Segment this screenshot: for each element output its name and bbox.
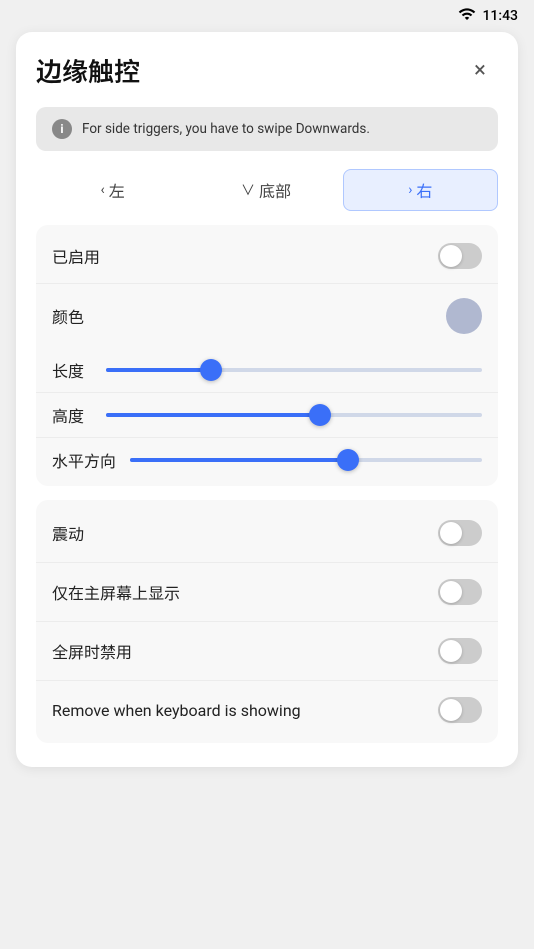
length-label: 长度 <box>52 358 92 382</box>
enabled-toggle[interactable] <box>438 243 482 269</box>
fullscreen-row: 全屏时禁用 <box>36 622 498 681</box>
height-slider-row: 高度 <box>36 392 498 437</box>
vibrate-toggle[interactable] <box>438 520 482 546</box>
tab-left-icon: ‹ <box>101 182 105 198</box>
info-banner: i For side triggers, you have to swipe D… <box>36 107 498 151</box>
dialog: 边缘触控 × i For side triggers, you have to … <box>16 32 518 767</box>
tab-bottom-icon: ∨ <box>241 180 255 200</box>
fullscreen-label: 全屏时禁用 <box>52 639 132 663</box>
keyboard-row: Remove when keyboard is showing <box>36 681 498 739</box>
tab-left[interactable]: ‹ 左 <box>36 170 189 210</box>
length-slider-fill <box>106 368 211 372</box>
homescreen-row: 仅在主屏幕上显示 <box>36 563 498 622</box>
horizontal-slider-thumb[interactable] <box>337 449 359 471</box>
tab-bottom[interactable]: ∨ 底部 <box>189 170 342 210</box>
tab-right[interactable]: › 右 <box>343 169 498 211</box>
fullscreen-toggle[interactable] <box>438 638 482 664</box>
color-label: 颜色 <box>52 304 84 328</box>
length-slider-row: 长度 <box>36 348 498 392</box>
enabled-row: 已启用 <box>36 229 498 283</box>
vibrate-label: 震动 <box>52 521 84 545</box>
homescreen-toggle[interactable] <box>438 579 482 605</box>
enabled-label: 已启用 <box>52 244 100 268</box>
height-slider-track[interactable] <box>106 413 482 417</box>
height-label: 高度 <box>52 403 92 427</box>
homescreen-label: 仅在主屏幕上显示 <box>52 580 180 604</box>
horizontal-slider-row: 水平方向 <box>36 437 498 482</box>
tab-right-icon: › <box>408 182 412 198</box>
close-button[interactable]: × <box>462 53 498 89</box>
horizontal-slider-track[interactable] <box>130 458 482 462</box>
tab-bottom-label: 底部 <box>259 178 291 202</box>
height-slider-thumb[interactable] <box>309 404 331 426</box>
horizontal-slider-fill <box>130 458 348 462</box>
length-slider-thumb[interactable] <box>200 359 222 381</box>
main-settings-card: 已启用 颜色 长度 高度 水平方向 <box>36 225 498 486</box>
keyboard-label: Remove when keyboard is showing <box>52 701 301 720</box>
status-time: 11:43 <box>482 8 518 24</box>
dialog-header: 边缘触控 × <box>36 52 498 89</box>
status-bar: 11:43 <box>0 0 534 32</box>
bottom-settings-card: 震动 仅在主屏幕上显示 全屏时禁用 Remove when keyboard i… <box>36 500 498 743</box>
color-row: 颜色 <box>36 283 498 348</box>
tab-left-label: 左 <box>109 178 125 202</box>
info-icon: i <box>52 119 72 139</box>
tab-bar: ‹ 左 ∨ 底部 › 右 <box>36 169 498 211</box>
color-swatch[interactable] <box>446 298 482 334</box>
keyboard-toggle[interactable] <box>438 697 482 723</box>
horizontal-label: 水平方向 <box>52 448 116 472</box>
tab-right-label: 右 <box>416 178 432 202</box>
vibrate-row: 震动 <box>36 504 498 563</box>
length-slider-track[interactable] <box>106 368 482 372</box>
height-slider-fill <box>106 413 320 417</box>
wifi-icon <box>458 5 476 27</box>
info-text: For side triggers, you have to swipe Dow… <box>82 120 370 139</box>
dialog-title: 边缘触控 <box>36 52 140 89</box>
